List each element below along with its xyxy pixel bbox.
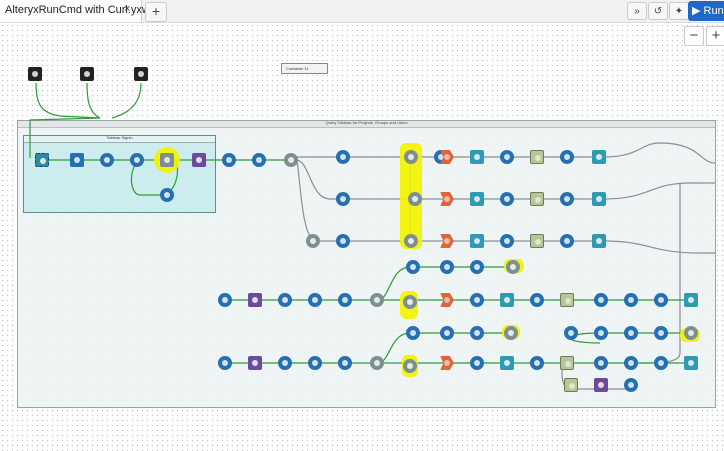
play-icon: ▶ (692, 5, 701, 17)
tool-node[interactable] (278, 356, 292, 370)
tool-node[interactable] (530, 356, 544, 370)
tool-node[interactable] (218, 293, 232, 307)
close-icon[interactable]: × (124, 3, 130, 15)
tool-node[interactable] (560, 293, 574, 307)
tool-node[interactable] (564, 326, 578, 340)
tool-node[interactable] (338, 356, 352, 370)
tool-node[interactable] (470, 150, 484, 164)
tool-node[interactable] (470, 356, 484, 370)
run-button[interactable]: ▶ Run (688, 1, 724, 21)
tool-node[interactable] (624, 326, 638, 340)
tool-node[interactable] (594, 356, 608, 370)
output-tool[interactable] (684, 356, 698, 370)
tool-node[interactable] (406, 326, 420, 340)
tool-node[interactable] (338, 293, 352, 307)
tool-node[interactable] (160, 188, 174, 202)
tool-node[interactable] (560, 356, 574, 370)
workflow-tab-title: AlteryxRunCmd with Curl.yxwz* (5, 4, 160, 16)
tool-node[interactable] (403, 295, 417, 309)
browse-tool[interactable] (35, 153, 49, 167)
input-tool[interactable] (134, 67, 148, 81)
tool-node[interactable] (284, 153, 298, 167)
tool-node[interactable] (624, 378, 638, 392)
tool-node[interactable] (500, 234, 514, 248)
tool-node[interactable] (248, 356, 262, 370)
input-tool[interactable] (28, 67, 42, 81)
workflow-tab[interactable]: AlteryxRunCmd with Curl.yxwz* × (0, 0, 160, 22)
tool-node[interactable] (500, 150, 514, 164)
tool-node[interactable] (470, 260, 484, 274)
tool-node[interactable] (403, 359, 417, 373)
tool-node[interactable] (564, 378, 578, 392)
tool-node[interactable] (130, 153, 144, 167)
tool-node[interactable] (404, 150, 418, 164)
tool-node[interactable] (654, 293, 668, 307)
output-tool[interactable] (592, 192, 606, 206)
tool-node[interactable] (278, 293, 292, 307)
tool-node[interactable] (248, 293, 262, 307)
tool-node[interactable] (370, 293, 384, 307)
tool-node[interactable] (370, 356, 384, 370)
expand-icon[interactable]: » (627, 2, 647, 20)
new-tab-button[interactable]: + (145, 2, 167, 22)
tool-node[interactable] (506, 260, 520, 274)
tool-node[interactable] (594, 378, 608, 392)
tool-node[interactable] (160, 153, 174, 167)
tool-node[interactable] (470, 293, 484, 307)
tool-node[interactable] (308, 356, 322, 370)
tool-node[interactable] (594, 326, 608, 340)
tool-node[interactable] (624, 293, 638, 307)
tool-node[interactable] (560, 150, 574, 164)
tool-node[interactable] (306, 234, 320, 248)
tool-node[interactable] (560, 192, 574, 206)
tool-node[interactable] (530, 293, 544, 307)
tool-node[interactable] (404, 234, 418, 248)
tool-node[interactable] (470, 192, 484, 206)
magic-wand-icon[interactable]: ✦ (669, 2, 689, 20)
tool-node[interactable] (684, 326, 698, 340)
tool-node[interactable] (100, 153, 114, 167)
tool-node[interactable] (440, 260, 454, 274)
tool-node[interactable] (500, 293, 514, 307)
tool-node[interactable] (654, 356, 668, 370)
tool-node[interactable] (336, 192, 350, 206)
tool-node[interactable] (500, 356, 514, 370)
output-tool[interactable] (684, 293, 698, 307)
tool-node[interactable] (624, 356, 638, 370)
tool-node[interactable] (530, 192, 544, 206)
tool-node[interactable] (218, 356, 232, 370)
connection-wires (29, 82, 716, 390)
output-tool[interactable] (592, 234, 606, 248)
tool-node[interactable] (70, 153, 84, 167)
input-tool[interactable] (80, 67, 94, 81)
tool-node[interactable] (308, 293, 322, 307)
tool-node[interactable] (336, 150, 350, 164)
tool-node[interactable] (530, 234, 544, 248)
history-icon[interactable]: ↺ (648, 2, 668, 20)
tool-node[interactable] (252, 153, 266, 167)
workflow-canvas[interactable]: − + Container 11 Query Tableau for Proje… (0, 23, 724, 451)
tool-node[interactable] (470, 234, 484, 248)
tool-node[interactable] (408, 192, 422, 206)
tool-node[interactable] (530, 150, 544, 164)
tool-node[interactable] (560, 234, 574, 248)
tool-node[interactable] (594, 293, 608, 307)
run-button-label: Run (703, 5, 724, 17)
output-tool[interactable] (592, 150, 606, 164)
tool-node[interactable] (192, 153, 206, 167)
tool-node[interactable] (500, 192, 514, 206)
tool-node[interactable] (470, 326, 484, 340)
tool-node[interactable] (504, 326, 518, 340)
tool-node[interactable] (336, 234, 350, 248)
tool-node[interactable] (654, 326, 668, 340)
top-bar: AlteryxRunCmd with Curl.yxwz* × + » ↺ ✦ … (0, 0, 724, 23)
tool-node[interactable] (406, 260, 420, 274)
tool-node[interactable] (440, 326, 454, 340)
tool-node[interactable] (222, 153, 236, 167)
